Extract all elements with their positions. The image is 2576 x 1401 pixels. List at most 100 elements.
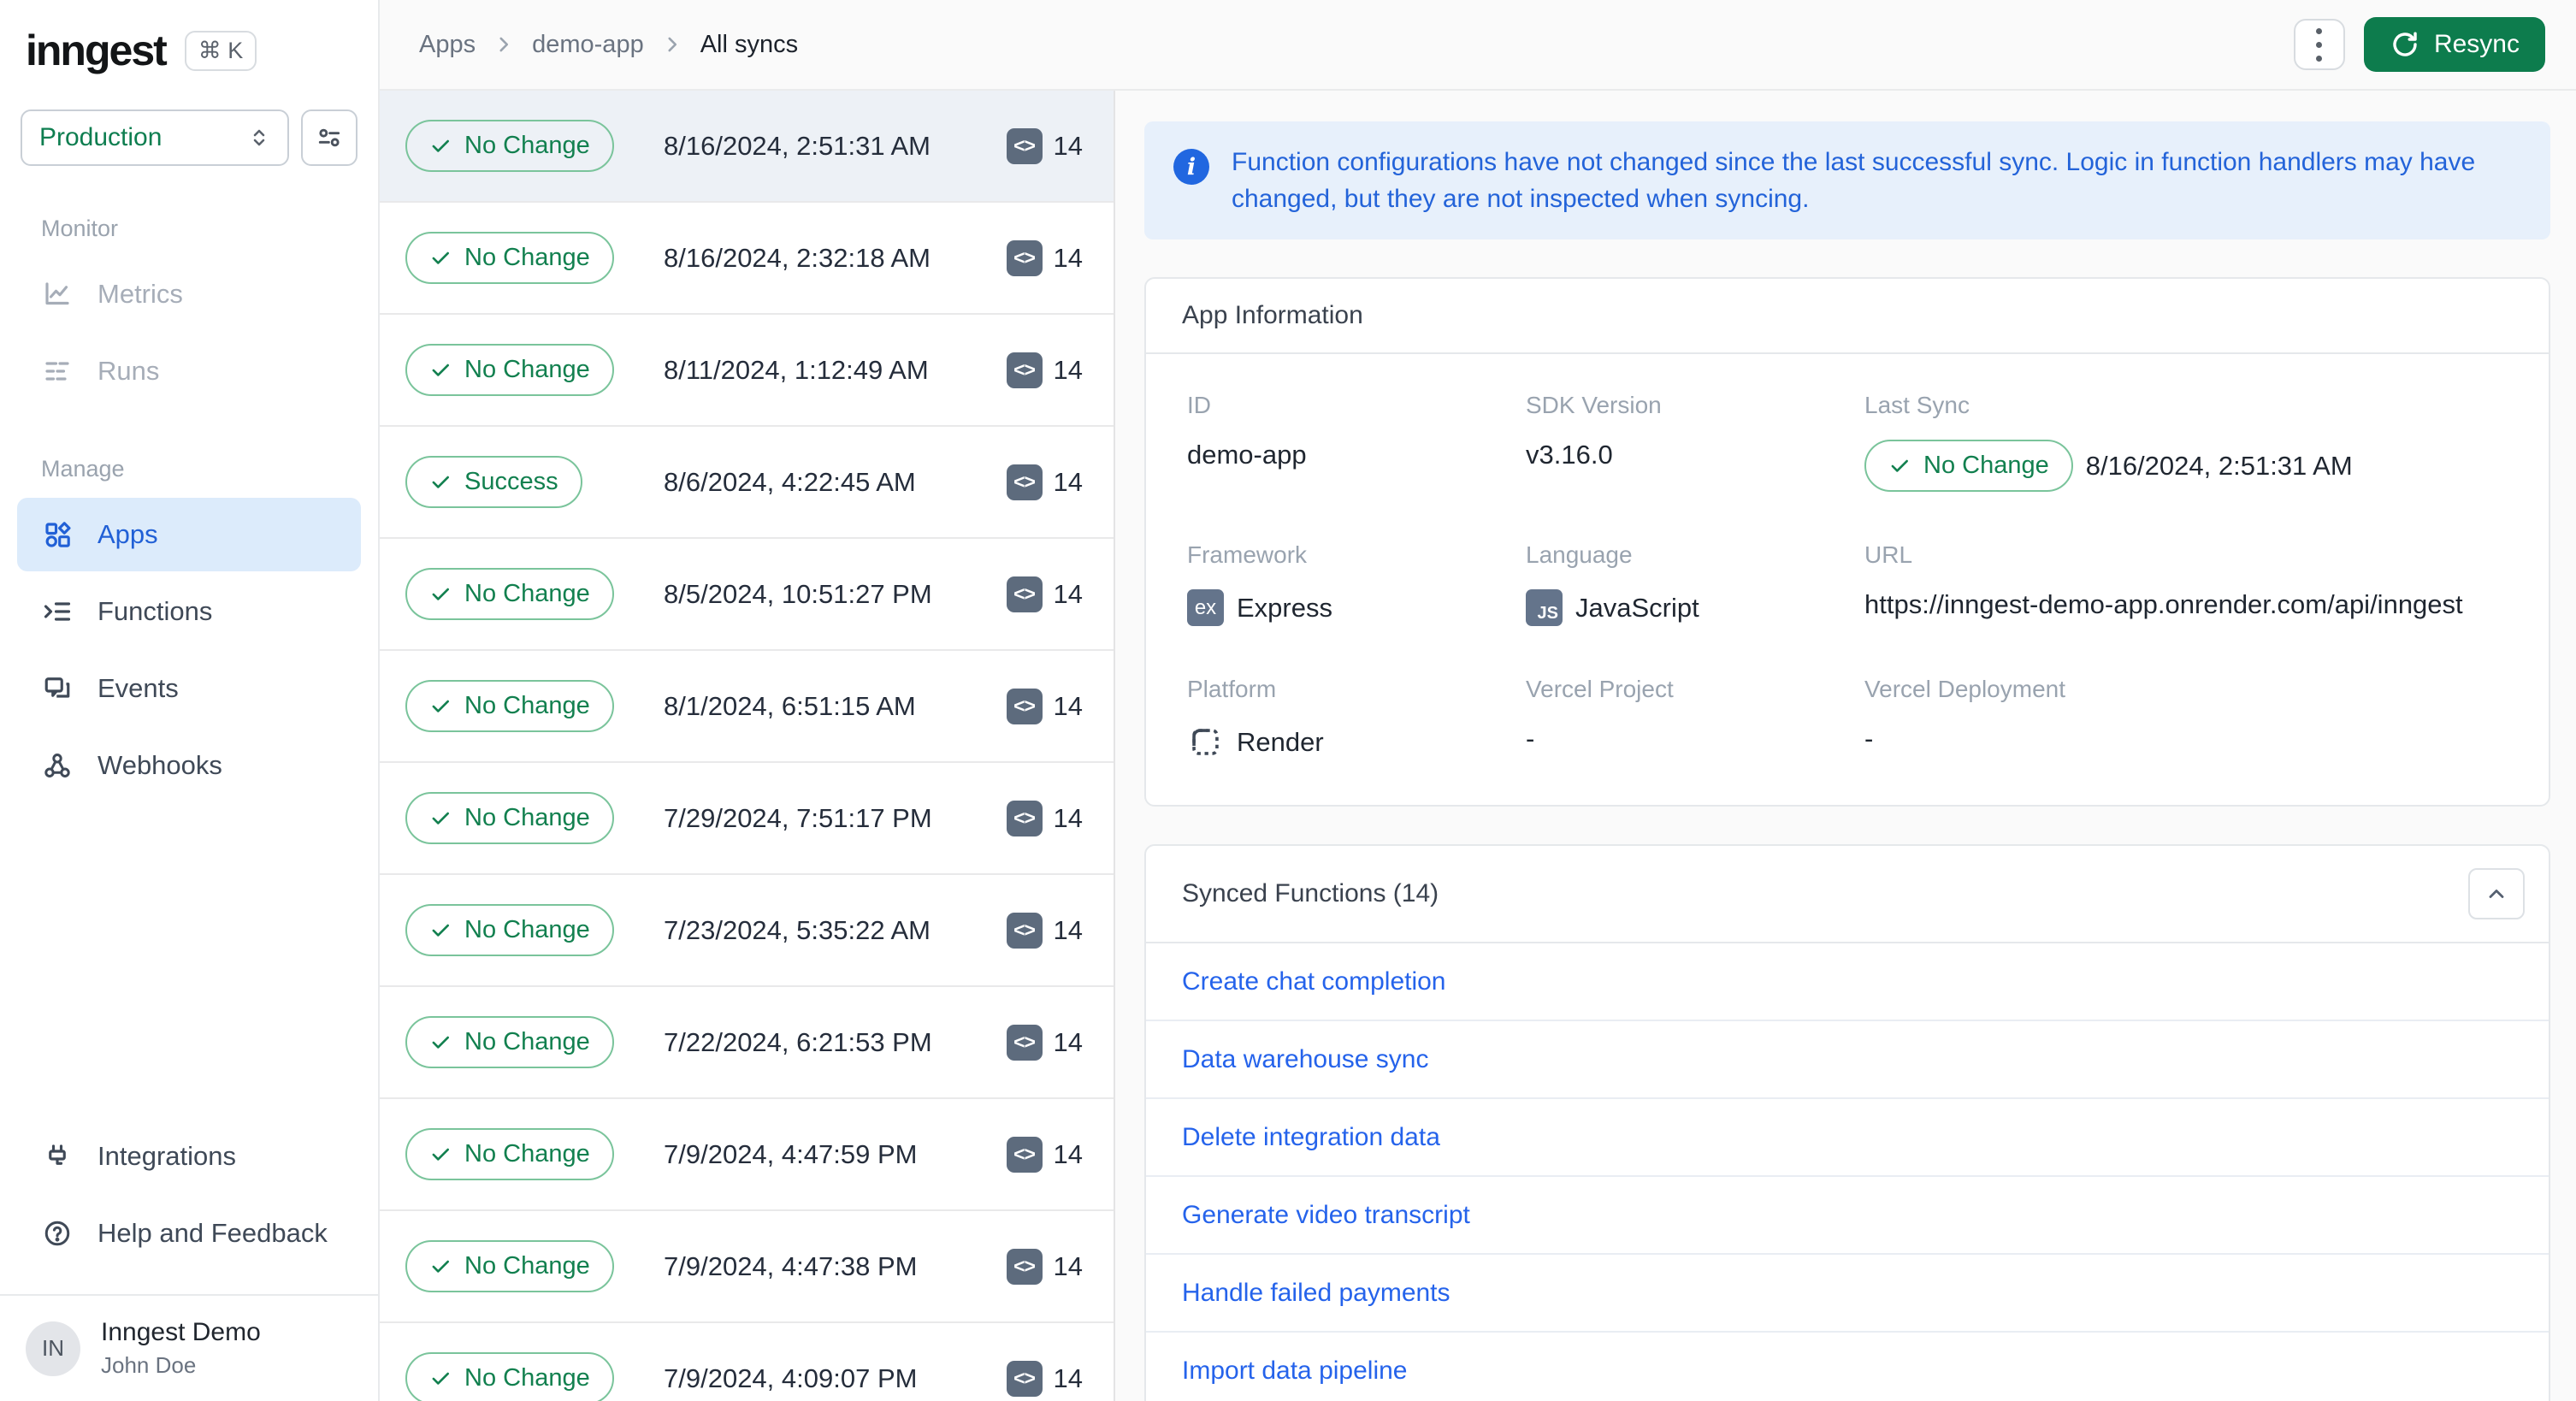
sync-timestamp: 8/11/2024, 1:12:49 AM: [664, 354, 929, 385]
sync-row[interactable]: No Change 7/23/2024, 5:35:22 AM <> 14: [380, 875, 1114, 987]
sync-row[interactable]: No Change 7/9/2024, 4:47:38 PM <> 14: [380, 1211, 1114, 1323]
chevron-right-icon: [493, 33, 515, 56]
sync-detail-panel: i Function configurations have not chang…: [1117, 91, 2576, 1401]
synced-function-row: Data warehouse sync: [1146, 1021, 2549, 1100]
status-badge: No Change: [405, 1128, 614, 1180]
sync-row[interactable]: No Change 8/1/2024, 6:51:15 AM <> 14: [380, 651, 1114, 763]
check-icon: [429, 359, 452, 381]
chevron-up-icon: [2484, 882, 2508, 906]
more-options-button[interactable]: [2293, 19, 2345, 70]
status-badge: No Change: [405, 1016, 614, 1068]
synced-function-row: Import data pipeline: [1146, 1333, 2549, 1401]
sidebar-nav: Monitor Metrics Runs Manage Apps Functio…: [0, 204, 378, 806]
sidebar-item-label: Integrations: [97, 1141, 236, 1171]
breadcrumb-all-syncs: All syncs: [700, 30, 799, 58]
function-count: 14: [1053, 1363, 1083, 1393]
function-count: 14: [1053, 354, 1083, 385]
sidebar-item-icon: [41, 749, 74, 782]
sync-timestamp: 7/9/2024, 4:09:07 PM: [664, 1363, 918, 1393]
sync-timestamp: 8/5/2024, 10:51:27 PM: [664, 578, 932, 609]
field-value-text: demo-app: [1187, 440, 1307, 470]
sync-timestamp: 8/6/2024, 4:22:45 AM: [664, 466, 916, 497]
sidebar-item[interactable]: Help and Feedback: [17, 1197, 361, 1270]
check-icon: [429, 135, 452, 157]
app-information-title: App Information: [1182, 301, 1363, 330]
collapse-button[interactable]: [2468, 868, 2525, 920]
field-label: Language: [1526, 541, 1633, 569]
function-link[interactable]: Data warehouse sync: [1182, 1045, 1429, 1074]
sync-row[interactable]: No Change 7/9/2024, 4:47:59 PM <> 14: [380, 1099, 1114, 1211]
function-link[interactable]: Generate video transcript: [1182, 1201, 1470, 1230]
resync-button[interactable]: Resync: [2363, 17, 2545, 72]
function-count-icon: <>: [1006, 1136, 1043, 1173]
sidebar-item-label: Help and Feedback: [97, 1218, 328, 1248]
sync-row[interactable]: Success 8/6/2024, 4:22:45 AM <> 14: [380, 427, 1114, 539]
sync-row[interactable]: No Change 7/29/2024, 7:51:17 PM <> 14: [380, 763, 1114, 875]
profile-menu[interactable]: IN Inngest Demo John Doe: [0, 1294, 378, 1401]
sidebar-section-manage: Manage: [41, 456, 125, 482]
app-info-field: Framework ex Express: [1187, 541, 1526, 627]
function-count-icon: <>: [1006, 912, 1043, 949]
sidebar-item-icon: [41, 278, 74, 310]
field-label: URL: [1864, 541, 1913, 569]
status-badge: No Change: [405, 680, 614, 732]
sidebar-item[interactable]: Apps: [17, 498, 361, 571]
field-value-text: -: [1864, 724, 1874, 754]
sidebar-item[interactable]: Metrics: [17, 257, 361, 331]
breadcrumb-apps[interactable]: Apps: [419, 31, 476, 59]
sidebar-item[interactable]: Events: [17, 652, 361, 725]
sync-row[interactable]: No Change 8/16/2024, 2:32:18 AM <> 14: [380, 203, 1114, 315]
status-badge: No Change: [405, 1352, 614, 1401]
sync-timestamp: 7/9/2024, 4:47:38 PM: [664, 1250, 918, 1281]
sidebar-item-label: Events: [97, 673, 179, 703]
function-link[interactable]: Handle failed payments: [1182, 1279, 1450, 1308]
synced-function-row: Generate video transcript: [1146, 1177, 2549, 1256]
check-icon: [429, 471, 452, 494]
sidebar-monitor-items: Metrics Runs: [17, 257, 361, 408]
chevron-right-icon: [661, 33, 683, 56]
avatar: IN: [26, 1321, 80, 1376]
function-count-icon: <>: [1006, 464, 1043, 500]
status-badge: No Change: [405, 344, 614, 396]
check-icon: [429, 583, 452, 606]
sidebar-manage-items: Apps Functions Events Webhooks: [17, 498, 361, 802]
function-link[interactable]: Create chat completion: [1182, 967, 1446, 996]
sidebar-item[interactable]: Webhooks: [17, 729, 361, 802]
breadcrumb-demo-app[interactable]: demo-app: [532, 31, 644, 59]
field-label: Framework: [1187, 541, 1308, 569]
function-count: 14: [1053, 242, 1083, 273]
check-icon: [1888, 455, 1911, 477]
sync-row[interactable]: No Change 8/11/2024, 1:12:49 AM <> 14: [380, 315, 1114, 427]
sync-timestamp: 8/16/2024, 2:32:18 AM: [664, 242, 931, 273]
check-icon: [429, 807, 452, 830]
function-count: 14: [1053, 690, 1083, 721]
sidebar-item[interactable]: Runs: [17, 334, 361, 408]
field-label: Vercel Deployment: [1864, 676, 2066, 703]
sidebar-item-label: Runs: [97, 356, 160, 386]
sync-timestamp: 7/9/2024, 4:47:59 PM: [664, 1138, 918, 1169]
environment-settings-button[interactable]: [301, 109, 357, 166]
field-label: SDK Version: [1526, 392, 1662, 419]
sidebar-item-icon: [41, 595, 74, 628]
command-k-shortcut-badge[interactable]: ⌘ K: [184, 30, 257, 71]
check-icon: [429, 1144, 452, 1166]
sync-row[interactable]: No Change 8/16/2024, 2:51:31 AM <> 14: [380, 91, 1114, 203]
function-link[interactable]: Delete integration data: [1182, 1123, 1440, 1152]
sidebar-item[interactable]: Functions: [17, 575, 361, 648]
sync-row[interactable]: No Change 7/9/2024, 4:09:07 PM <> 14: [380, 1323, 1114, 1401]
field-label: Platform: [1187, 676, 1277, 703]
sidebar-item[interactable]: Integrations: [17, 1120, 361, 1193]
function-link[interactable]: Import data pipeline: [1182, 1357, 1408, 1386]
sidebar-item-icon: [41, 518, 74, 551]
check-icon: [429, 1256, 452, 1278]
sync-row[interactable]: No Change 8/5/2024, 10:51:27 PM <> 14: [380, 539, 1114, 651]
sidebar-item-icon: [41, 672, 74, 705]
check-icon: [429, 919, 452, 942]
function-count: 14: [1053, 578, 1083, 609]
sidebar-item-label: Webhooks: [97, 750, 222, 780]
chevron-up-down-icon: [248, 124, 270, 151]
environment-select[interactable]: Production: [21, 109, 289, 166]
sidebar: inngest ⌘ K Production Monitor Metrics R…: [0, 0, 380, 1401]
sync-row[interactable]: No Change 7/22/2024, 6:21:53 PM <> 14: [380, 987, 1114, 1099]
sidebar-item-label: Apps: [97, 519, 158, 549]
